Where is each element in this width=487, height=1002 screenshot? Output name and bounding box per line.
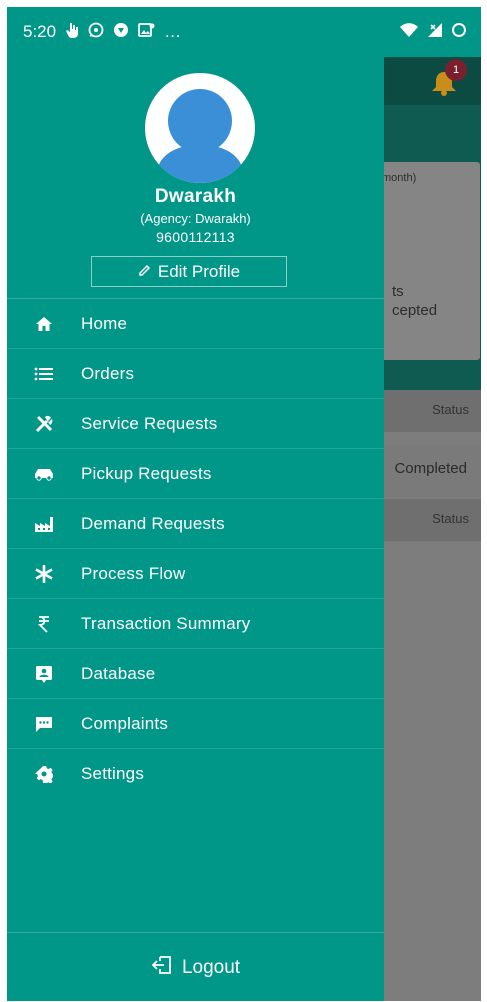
- status-right: [399, 22, 467, 43]
- logout-icon: [151, 954, 173, 982]
- factory-icon: [7, 515, 81, 533]
- status-bar: 5:20 …: [7, 7, 481, 57]
- logout-label: Logout: [181, 956, 241, 978]
- contact-card-icon: [7, 665, 81, 683]
- menu-item-label: Database: [81, 663, 156, 683]
- rupee-icon: [7, 615, 81, 633]
- list-icon: [7, 366, 81, 382]
- chat-icon: [7, 715, 81, 733]
- menu-item-label: Process Flow: [81, 563, 186, 583]
- asterisk-icon: [7, 564, 81, 584]
- notification-badge: 1: [445, 59, 467, 81]
- status-time: 5:20: [23, 22, 57, 41]
- menu-item-complaints[interactable]: Complaints: [7, 699, 384, 749]
- card-period-text: month): [382, 172, 417, 184]
- profile-phone: 9600112113: [156, 229, 235, 245]
- menu-item-database[interactable]: Database: [7, 649, 384, 699]
- signal-icon: [427, 22, 443, 43]
- user-icon: [155, 89, 245, 183]
- menu-item-settings[interactable]: Settings: [7, 749, 384, 798]
- menu-item-service-requests[interactable]: Service Requests: [7, 399, 384, 449]
- menu-item-label: Settings: [81, 763, 145, 783]
- whatsapp-icon: [88, 22, 104, 42]
- menu-item-label: Service Requests: [81, 413, 218, 433]
- navigation-drawer: Dwarakh (Agency: Dwarakh) 9600112113 Edi…: [7, 57, 384, 1001]
- status-column-header: Status: [432, 402, 469, 417]
- gear-icon: [7, 765, 81, 783]
- edit-profile-button[interactable]: Edit Profile: [91, 256, 287, 287]
- row-status: Completed: [394, 460, 467, 477]
- battery-circle-icon: [451, 22, 467, 43]
- menu-item-label: Demand Requests: [81, 513, 225, 533]
- menu-item-label: Pickup Requests: [81, 463, 212, 483]
- profile-agency: (Agency: Dwarakh): [140, 211, 251, 226]
- car-icon: [7, 467, 81, 481]
- status-column-header: Status: [432, 511, 469, 526]
- menu-item-orders[interactable]: Orders: [7, 349, 384, 399]
- edit-profile-label: Edit Profile: [157, 261, 241, 281]
- status-more: …: [164, 22, 182, 41]
- profile-name: Dwarakh: [154, 186, 237, 207]
- drawer-menu: Home Orders Service Requests Pickup Requ…: [7, 298, 384, 798]
- hand-icon: [65, 22, 79, 42]
- menu-item-demand-requests[interactable]: Demand Requests: [7, 499, 384, 549]
- menu-item-home[interactable]: Home: [7, 299, 384, 349]
- wifi-icon: [399, 22, 419, 43]
- logout-button[interactable]: Logout: [7, 932, 384, 1002]
- shield-icon: [113, 22, 129, 42]
- status-left: 5:20 …: [23, 22, 181, 42]
- menu-item-process-flow[interactable]: Process Flow: [7, 549, 384, 599]
- menu-item-label: Orders: [81, 363, 135, 383]
- tools-icon: [7, 414, 81, 434]
- home-icon: [7, 315, 81, 333]
- card-status-text: ts cepted: [392, 283, 438, 319]
- menu-item-label: Home: [81, 313, 128, 333]
- menu-item-transaction-summary[interactable]: Transaction Summary: [7, 599, 384, 649]
- image-icon: [138, 22, 155, 42]
- menu-item-pickup-requests[interactable]: Pickup Requests: [7, 449, 384, 499]
- menu-item-label: Transaction Summary: [81, 613, 251, 633]
- avatar[interactable]: [145, 73, 255, 183]
- menu-item-label: Complaints: [81, 713, 169, 733]
- pencil-icon: [138, 262, 152, 282]
